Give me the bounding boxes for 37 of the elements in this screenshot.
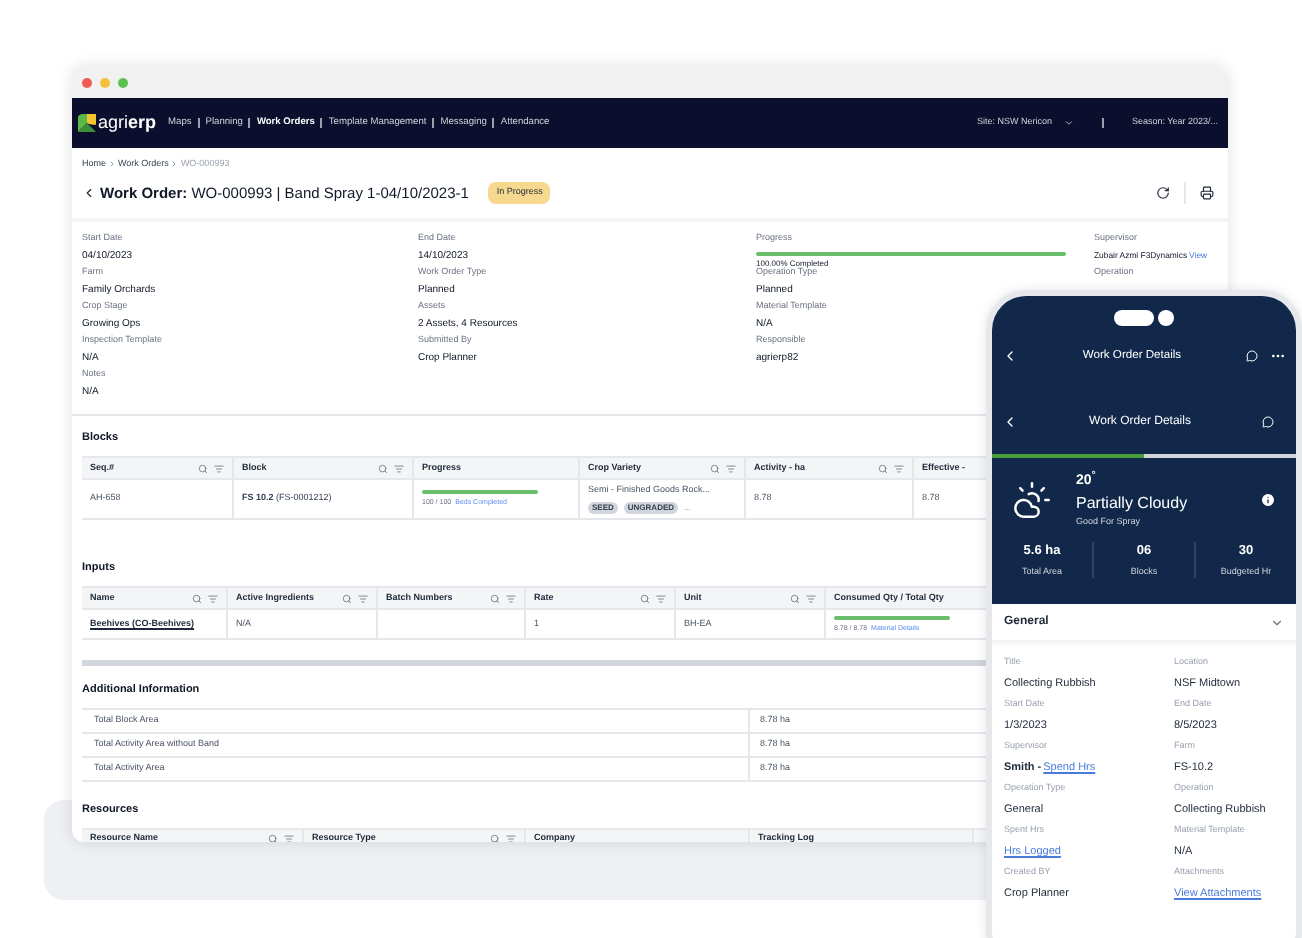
search-icon[interactable] xyxy=(198,463,208,473)
search-icon[interactable] xyxy=(878,463,888,473)
search-icon[interactable] xyxy=(710,463,720,473)
comment-icon[interactable] xyxy=(1262,416,1274,428)
search-icon[interactable] xyxy=(490,834,500,842)
chevron-down-icon[interactable] xyxy=(1063,118,1074,128)
weather-condition: Partially Cloudy xyxy=(1076,492,1188,516)
filter-icon[interactable] xyxy=(394,463,404,473)
filter-icon[interactable] xyxy=(506,593,516,604)
filter-icon[interactable] xyxy=(506,834,516,842)
info-icon[interactable] xyxy=(1260,492,1276,509)
search-icon[interactable] xyxy=(378,463,388,473)
back-icon[interactable] xyxy=(1002,348,1018,364)
filter-icon[interactable] xyxy=(806,593,816,604)
search-icon[interactable] xyxy=(790,593,800,604)
back-icon[interactable] xyxy=(1002,414,1018,430)
filter-icon[interactable] xyxy=(208,593,218,604)
refresh-icon[interactable] xyxy=(1156,186,1170,201)
filter-icon[interactable] xyxy=(656,593,666,604)
search-icon[interactable] xyxy=(192,593,202,604)
search-icon[interactable] xyxy=(268,834,278,842)
cloud-sun-icon xyxy=(1012,480,1052,521)
filter-icon[interactable] xyxy=(214,463,224,473)
filter-icon[interactable] xyxy=(894,463,904,473)
filter-icon[interactable] xyxy=(284,834,294,842)
comment-icon[interactable] xyxy=(1246,350,1258,362)
camera-notch xyxy=(1114,310,1154,326)
app-logo[interactable]: agrierp xyxy=(98,109,157,137)
chevron-down-icon[interactable] xyxy=(1270,615,1284,629)
search-icon[interactable] xyxy=(490,593,500,604)
print-icon[interactable] xyxy=(1200,186,1214,201)
search-icon[interactable] xyxy=(342,593,352,604)
filter-icon[interactable] xyxy=(358,593,368,604)
search-icon[interactable] xyxy=(640,593,650,604)
leaf-logo-icon xyxy=(78,114,96,132)
filter-icon[interactable] xyxy=(726,463,736,473)
back-icon[interactable] xyxy=(82,186,96,201)
